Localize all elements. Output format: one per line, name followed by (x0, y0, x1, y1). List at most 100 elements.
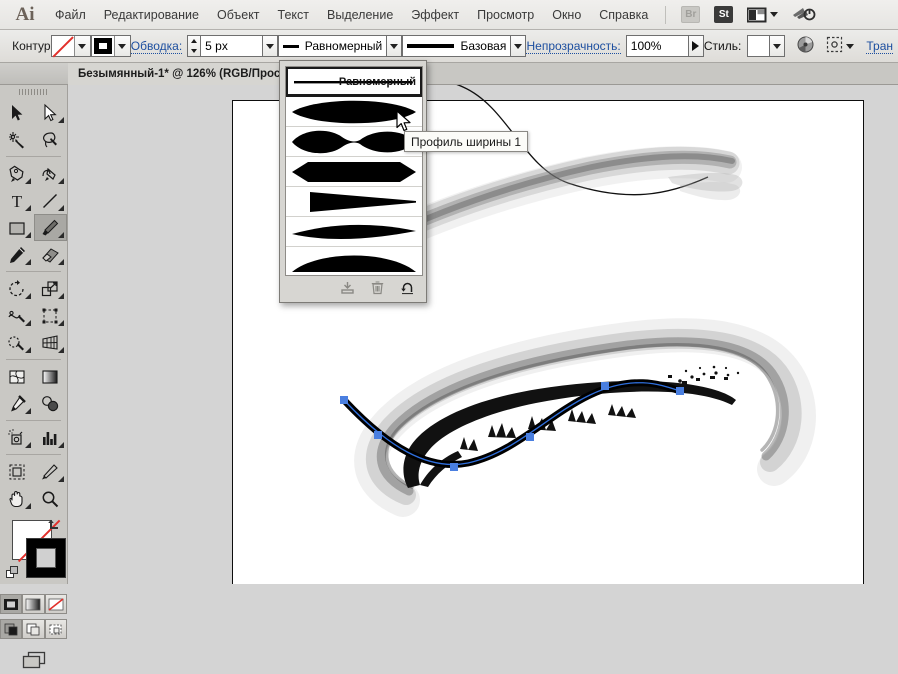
perspective-grid-tool[interactable] (34, 329, 68, 356)
scale-tool[interactable] (34, 275, 68, 302)
gradient-tool[interactable] (34, 363, 68, 390)
brush-definition-value[interactable]: Базовая (402, 35, 510, 57)
change-screen-mode-button[interactable] (19, 649, 49, 674)
stepper-down-button[interactable] (188, 46, 200, 56)
document-tab[interactable]: Безымянный-1* @ 126% (RGB/Прос (68, 63, 293, 85)
brush-definition-control[interactable]: Базовая (402, 35, 526, 57)
save-width-profile-button[interactable] (339, 279, 355, 295)
stock-button[interactable]: St (714, 6, 733, 23)
default-fill-stroke-icon[interactable] (6, 566, 20, 583)
rotate-tool[interactable] (0, 275, 34, 302)
stroke-weight-stepper[interactable] (187, 35, 200, 57)
brush-definition-dropdown-button[interactable] (510, 35, 526, 57)
cc-sync-button[interactable] (792, 4, 816, 25)
eyedropper-tool[interactable] (0, 390, 34, 417)
stroke-weight-input[interactable]: 5 px (200, 35, 262, 57)
delete-width-profile-button[interactable] (369, 279, 385, 295)
fill-swatch-control[interactable] (51, 35, 91, 57)
menu-help[interactable]: Справка (590, 4, 657, 26)
color-mode-button[interactable] (0, 594, 22, 614)
width-profile-item-3[interactable] (286, 157, 422, 187)
basic-brush-icon (407, 44, 454, 48)
canvas-area[interactable] (68, 85, 898, 584)
swap-fill-stroke-icon[interactable] (47, 518, 61, 535)
width-profile-list[interactable]: Равномерный (285, 66, 423, 276)
stroke-weight-label[interactable]: Обводка: (131, 39, 182, 54)
width-tool[interactable] (0, 302, 34, 329)
graphic-style-control[interactable] (747, 35, 785, 57)
paintbrush-tool[interactable] (34, 214, 68, 241)
rectangle-tool[interactable] (0, 214, 34, 241)
bridge-button[interactable]: Br (681, 6, 700, 23)
fill-none-swatch[interactable] (52, 36, 74, 56)
draw-inside-button[interactable] (45, 619, 67, 639)
draw-normal-icon (4, 623, 19, 636)
pen-tool[interactable] (0, 160, 34, 187)
stroke-black-swatch[interactable] (92, 36, 114, 56)
eraser-tool[interactable] (34, 241, 68, 268)
magic-wand-tool[interactable] (0, 126, 34, 153)
blend-tool[interactable] (34, 390, 68, 417)
menu-effect[interactable]: Эффект (402, 4, 468, 26)
width-profile-control[interactable]: Равномерный (278, 35, 402, 57)
stroke-swatch-dropdown[interactable] (114, 36, 130, 56)
opacity-control[interactable]: 100% (626, 35, 704, 57)
draw-normal-button[interactable] (0, 619, 22, 639)
menu-text[interactable]: Текст (269, 4, 318, 26)
stroke-weight-control[interactable]: 5 px (187, 35, 278, 57)
control-bar: Контур Обводка: 5 px Равномерный (0, 30, 898, 63)
menu-select[interactable]: Выделение (318, 4, 402, 26)
hand-tool[interactable] (0, 485, 34, 512)
curvature-tool[interactable] (34, 160, 68, 187)
align-to-selection-button[interactable] (826, 35, 854, 57)
mesh-tool[interactable] (0, 363, 34, 390)
width-profile-dropdown-panel[interactable]: Равномерный (279, 60, 427, 303)
tools-panel-grip[interactable] (0, 85, 67, 99)
width-profile-value[interactable]: Равномерный (278, 35, 386, 57)
line-segment-tool[interactable] (34, 187, 68, 214)
menu-edit[interactable]: Редактирование (95, 4, 208, 26)
menu-file[interactable]: Файл (46, 4, 95, 26)
stroke-weight-dropdown[interactable] (262, 35, 278, 57)
menu-object[interactable]: Объект (208, 4, 269, 26)
width-profile-item-5[interactable] (286, 217, 422, 247)
bridge-icon: Br (681, 6, 700, 23)
fill-swatch-dropdown[interactable] (74, 36, 90, 56)
menu-view[interactable]: Просмотр (468, 4, 543, 26)
shape-builder-tool[interactable] (0, 329, 34, 356)
width-profile-dropdown-button[interactable] (386, 35, 402, 57)
column-graph-tool[interactable] (34, 424, 68, 451)
profile4-icon (288, 188, 420, 216)
transform-link[interactable]: Тран (866, 39, 893, 54)
selection-tool[interactable] (0, 99, 34, 126)
opacity-dropdown-button[interactable] (688, 35, 704, 57)
reset-profiles-button[interactable] (399, 279, 415, 295)
symbol-sprayer-tool[interactable] (0, 424, 34, 451)
pencil-tool[interactable] (0, 241, 34, 268)
opacity-label[interactable]: Непрозрачность: (526, 39, 620, 54)
width-profile-item-6[interactable] (286, 247, 422, 276)
slice-tool[interactable] (34, 458, 68, 485)
type-tool[interactable]: T (0, 187, 34, 214)
width-profile-footer (285, 276, 423, 298)
stroke-swatch-control[interactable] (91, 35, 131, 57)
stepper-up-button[interactable] (188, 36, 200, 46)
recolor-artwork-button[interactable] (797, 35, 814, 57)
recolor-artwork-icon (797, 36, 814, 56)
width-profile-item-uniform[interactable]: Равномерный (286, 67, 422, 97)
width-profile-item-4[interactable] (286, 187, 422, 217)
free-transform-tool[interactable] (34, 302, 68, 329)
stroke-color-swatch[interactable] (26, 538, 66, 578)
zoom-tool[interactable] (34, 485, 68, 512)
menu-window[interactable]: Окно (543, 4, 590, 26)
graphic-style-dropdown-button[interactable] (769, 35, 785, 57)
graphic-style-value[interactable] (747, 35, 769, 57)
none-mode-button[interactable] (45, 594, 67, 614)
workspace-switcher-button[interactable] (747, 7, 778, 23)
direct-selection-tool[interactable] (34, 99, 68, 126)
gradient-mode-button[interactable] (22, 594, 44, 614)
artboard-tool[interactable] (0, 458, 34, 485)
lasso-tool[interactable] (34, 126, 68, 153)
opacity-input[interactable]: 100% (626, 35, 688, 57)
draw-behind-button[interactable] (22, 619, 44, 639)
